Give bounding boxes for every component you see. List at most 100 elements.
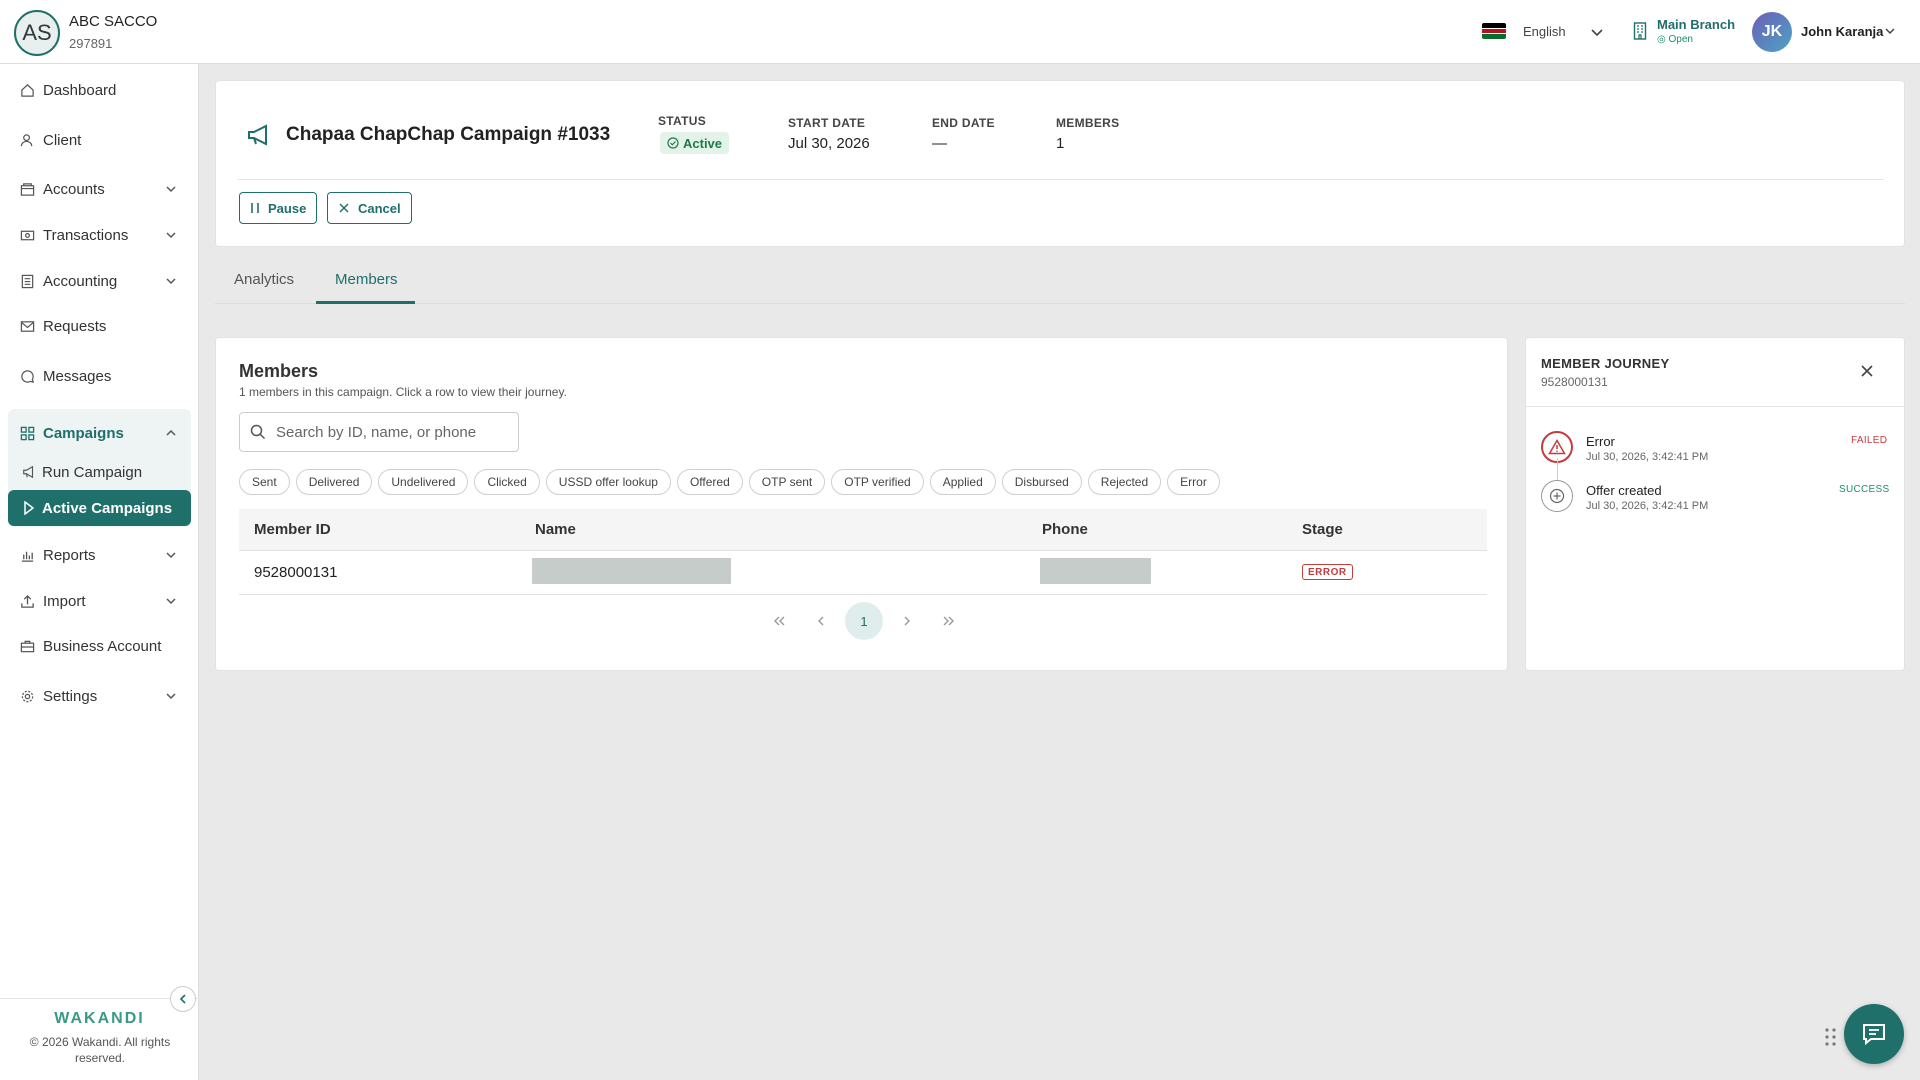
org-avatar[interactable]: AS (14, 10, 60, 56)
filter-chip-disbursed[interactable]: Disbursed (1001, 469, 1082, 495)
filter-chip-otp-sent[interactable]: OTP sent (748, 469, 826, 495)
chevron-down-icon (166, 278, 176, 285)
sidebar-item-label: Accounts (43, 180, 105, 198)
bar-chart-icon (19, 547, 35, 563)
tab-members[interactable]: Members (335, 271, 398, 288)
journey-title: MEMBER JOURNEY (1541, 356, 1670, 371)
user-icon (19, 132, 35, 148)
sidebar-item-transactions[interactable]: Transactions (0, 215, 199, 255)
sidebar-item-business-account[interactable]: Business Account (0, 626, 199, 666)
branch-status: ◎ Open (1657, 34, 1693, 45)
members-table: Member ID Name Phone Stage 9528000131 ER… (239, 509, 1487, 595)
journey-event-label: Offer created (1586, 483, 1662, 498)
filter-chip-sent[interactable]: Sent (239, 469, 290, 495)
filter-chip-otp-verified[interactable]: OTP verified (831, 469, 924, 495)
campaign-title: Chapaa ChapChap Campaign #1033 (286, 124, 611, 145)
chevron-left-icon (818, 616, 824, 626)
plus-circle-icon (1541, 480, 1573, 512)
sidebar-item-label: Dashboard (43, 81, 117, 99)
chevron-down-icon[interactable] (1883, 24, 1897, 38)
filter-chip-applied[interactable]: Applied (929, 469, 996, 495)
search-input[interactable] (276, 423, 506, 441)
sidebar-item-campaigns[interactable]: Campaigns (0, 413, 199, 453)
org-id: 297891 (69, 36, 113, 51)
table-row[interactable]: 9528000131 ERROR (239, 551, 1487, 595)
sidebar-item-accounting[interactable]: Accounting (0, 261, 199, 301)
journey-event-label: Error (1586, 434, 1615, 449)
redacted-phone (1040, 558, 1151, 584)
page-button-current[interactable]: 1 (845, 602, 883, 640)
sidebar-item-label: Active Campaigns (42, 499, 173, 517)
chevron-down-icon (166, 552, 176, 559)
sidebar-item-label: Run Campaign (42, 463, 143, 481)
user-name[interactable]: John Karanja (1801, 24, 1883, 39)
status-label: STATUS (658, 114, 707, 128)
sidebar-item-accounts[interactable]: Accounts (0, 169, 199, 209)
branch-name[interactable]: Main Branch (1657, 17, 1735, 32)
column-header-phone[interactable]: Phone (1042, 521, 1088, 538)
filter-chip-error[interactable]: Error (1167, 469, 1220, 495)
journey-connector (1557, 458, 1558, 480)
filter-chip-rejected[interactable]: Rejected (1087, 469, 1162, 495)
sidebar-item-messages[interactable]: Messages (0, 356, 199, 396)
cancel-label: Cancel (358, 200, 401, 216)
chevron-down-icon[interactable] (1589, 24, 1605, 40)
sidebar-item-settings[interactable]: Settings (0, 676, 199, 716)
filter-chip-delivered[interactable]: Delivered (295, 469, 373, 495)
cancel-button[interactable]: Cancel (327, 192, 412, 224)
chevron-left-icon (179, 994, 186, 1004)
sidebar-item-requests[interactable]: Requests (0, 306, 199, 346)
chevron-right-icon (904, 616, 910, 626)
sidebar-item-label: Accounting (43, 272, 118, 290)
brand-logo: WAKANDI (54, 1010, 145, 1027)
chevrons-left-icon (774, 616, 785, 626)
sidebar-item-dashboard[interactable]: Dashboard (0, 70, 199, 110)
column-header-name[interactable]: Name (535, 521, 576, 538)
sidebar-item-label: Business Account (43, 637, 162, 655)
filter-chip-undelivered[interactable]: Undelivered (378, 469, 469, 495)
close-icon[interactable] (1859, 363, 1875, 379)
members-count-label: MEMBERS (1056, 116, 1120, 130)
chat-button[interactable] (1844, 1004, 1904, 1064)
tab-analytics[interactable]: Analytics (234, 271, 294, 288)
sidebar-item-label: Campaigns (43, 424, 124, 442)
sidebar-subitem-active-campaigns[interactable]: Active Campaigns (8, 490, 191, 526)
prev-page-button[interactable] (803, 602, 839, 640)
sidebar-collapse-button[interactable] (170, 986, 196, 1012)
column-header-stage[interactable]: Stage (1302, 521, 1343, 538)
sidebar-item-label: Reports (43, 546, 96, 564)
sidebar-item-label: Transactions (43, 226, 129, 244)
gear-icon (19, 688, 35, 704)
check-circle-icon (667, 137, 679, 149)
filter-chip-offered[interactable]: Offered (676, 469, 743, 495)
sidebar-item-label: Requests (43, 317, 107, 335)
sidebar-item-import[interactable]: Import (0, 581, 199, 621)
sidebar-subitem-run-campaign[interactable]: Run Campaign (8, 454, 191, 490)
sidebar-item-client[interactable]: Client (0, 120, 199, 160)
pause-button[interactable]: Pause (239, 192, 318, 224)
journey-event-time: Jul 30, 2026, 3:42:41 PM (1586, 451, 1709, 463)
filter-chip-ussd-offer-lookup[interactable]: USSD offer lookup (545, 469, 671, 495)
members-card: Members 1 members in this campaign. Clic… (215, 337, 1508, 671)
kenya-flag-icon (1482, 23, 1506, 39)
next-page-button[interactable] (889, 602, 925, 640)
chevrons-right-icon (943, 616, 954, 626)
search-box[interactable] (239, 412, 519, 452)
user-avatar[interactable]: JK (1752, 12, 1792, 52)
status-badge: Active (660, 132, 730, 154)
last-page-button[interactable] (931, 602, 967, 640)
sidebar-item-reports[interactable]: Reports (0, 535, 199, 575)
drag-handle-icon[interactable] (1824, 1027, 1838, 1047)
journey-member-id: 9528000131 (1541, 375, 1608, 389)
first-page-button[interactable] (761, 602, 797, 640)
active-tab-indicator (316, 301, 415, 304)
chevron-down-icon (166, 693, 176, 700)
pause-icon (251, 203, 259, 213)
filter-chip-clicked[interactable]: Clicked (474, 469, 540, 495)
grid-icon (19, 425, 35, 441)
column-header-member-id[interactable]: Member ID (254, 521, 331, 538)
close-icon (339, 203, 349, 213)
sidebar-item-label: Settings (43, 687, 98, 705)
language-selector[interactable]: English (1523, 24, 1566, 39)
sidebar: Dashboard Client Accounts Transactions A… (0, 64, 199, 1080)
